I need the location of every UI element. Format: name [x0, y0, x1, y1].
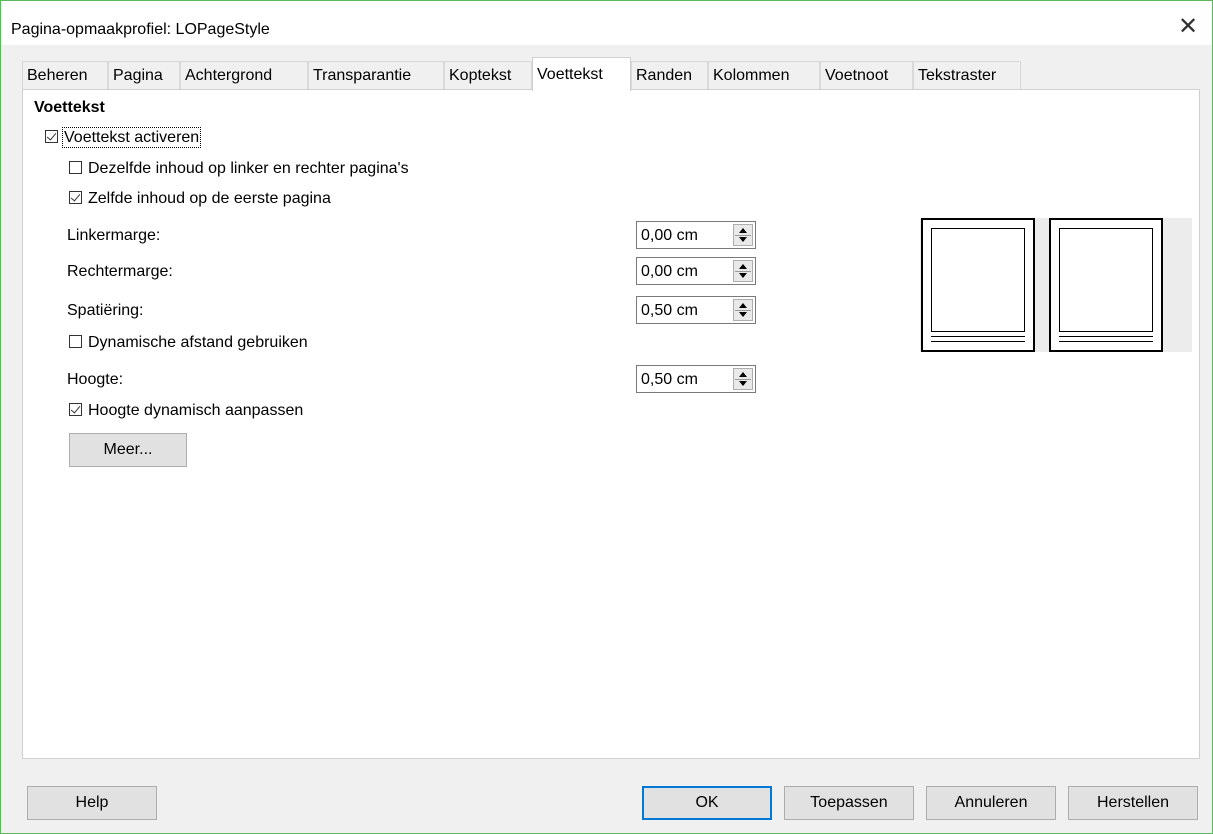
title-bar: Pagina-opmaakprofiel: LOPageStyle ✕ — [1, 1, 1212, 45]
footer-enable-checkbox[interactable]: Voettekst activeren — [45, 127, 202, 148]
spin-up-icon[interactable] — [734, 261, 752, 271]
page-footer-area — [1059, 336, 1153, 342]
autofit-height-checkbox[interactable]: Hoogte dynamisch aanpassen — [69, 402, 303, 420]
spin-down-icon[interactable] — [734, 235, 752, 245]
page-body-area — [931, 228, 1025, 332]
right-margin-spinbox[interactable]: 0,00 cm — [636, 257, 756, 285]
dialog-window: Pagina-opmaakprofiel: LOPageStyle ✕ Behe… — [0, 0, 1213, 834]
dynamic-spacing-label: Dynamische afstand gebruiken — [88, 334, 308, 351]
right-margin-label: Rechtermarge: — [67, 263, 173, 280]
spin-up-icon[interactable] — [734, 300, 752, 310]
same-content-lr-checkbox[interactable]: Dezelfde inhoud op linker en rechter pag… — [69, 160, 409, 178]
height-value: 0,50 cm — [641, 371, 698, 388]
footer-enable-label: Voettekst activeren — [61, 127, 202, 148]
left-margin-spinbox[interactable]: 0,00 cm — [636, 221, 756, 249]
page-footer-area — [931, 336, 1025, 342]
tab-achtergrond[interactable]: Achtergrond — [180, 61, 308, 89]
ok-button[interactable]: OK — [642, 786, 772, 820]
spin-down-icon[interactable] — [734, 379, 752, 389]
height-label: Hoogte: — [67, 371, 124, 388]
right-margin-value: 0,00 cm — [641, 263, 698, 280]
close-icon[interactable]: ✕ — [1176, 15, 1200, 39]
spin-buttons — [733, 260, 753, 282]
spin-down-icon[interactable] — [734, 271, 752, 281]
dialog-title: Pagina-opmaakprofiel: LOPageStyle — [11, 21, 270, 38]
tab-pagina[interactable]: Pagina — [108, 61, 180, 89]
spacing-label: Spatiëring: — [67, 302, 144, 319]
checkbox-checked-icon — [69, 191, 82, 204]
tab-voettekst[interactable]: Voettekst — [532, 57, 631, 91]
dynamic-spacing-checkbox[interactable]: Dynamische afstand gebruiken — [69, 334, 308, 352]
page-body-area — [1059, 228, 1153, 332]
footer-settings-panel: Voettekst Voettekst activeren Dezelfde i… — [22, 89, 1200, 759]
reset-button[interactable]: Herstellen — [1068, 786, 1198, 820]
checkbox-unchecked-icon — [69, 335, 82, 348]
tab-kolommen[interactable]: Kolommen — [708, 61, 820, 89]
more-button[interactable]: Meer... — [69, 433, 187, 467]
tab-tekstraster[interactable]: Tekstraster — [913, 61, 1021, 89]
spin-buttons — [733, 299, 753, 321]
preview-right-page — [1049, 218, 1163, 352]
spin-buttons — [733, 368, 753, 390]
tab-koptekst[interactable]: Koptekst — [444, 61, 532, 89]
checkbox-checked-icon — [69, 403, 82, 416]
left-margin-value: 0,00 cm — [641, 227, 698, 244]
apply-button[interactable]: Toepassen — [784, 786, 914, 820]
section-title: Voettekst — [34, 99, 105, 116]
spin-up-icon[interactable] — [734, 369, 752, 379]
cancel-button[interactable]: Annuleren — [926, 786, 1056, 820]
help-button[interactable]: Help — [27, 786, 157, 820]
spin-buttons — [733, 224, 753, 246]
same-content-lr-label: Dezelfde inhoud op linker en rechter pag… — [88, 160, 409, 177]
checkbox-unchecked-icon — [69, 161, 82, 174]
page-preview — [920, 218, 1192, 352]
spacing-spinbox[interactable]: 0,50 cm — [636, 296, 756, 324]
checkbox-checked-icon — [45, 130, 58, 143]
preview-left-page — [921, 218, 1035, 352]
spin-down-icon[interactable] — [734, 310, 752, 320]
same-content-first-label: Zelfde inhoud op de eerste pagina — [88, 190, 331, 207]
tab-randen[interactable]: Randen — [631, 61, 708, 89]
same-content-first-checkbox[interactable]: Zelfde inhoud op de eerste pagina — [69, 190, 331, 208]
tab-transparantie[interactable]: Transparantie — [308, 61, 444, 89]
tab-voetnoot[interactable]: Voetnoot — [820, 61, 913, 89]
height-spinbox[interactable]: 0,50 cm — [636, 365, 756, 393]
spacing-value: 0,50 cm — [641, 302, 698, 319]
spin-up-icon[interactable] — [734, 225, 752, 235]
tab-beheren[interactable]: Beheren — [22, 61, 108, 89]
autofit-height-label: Hoogte dynamisch aanpassen — [88, 402, 304, 419]
left-margin-label: Linkermarge: — [67, 227, 161, 244]
